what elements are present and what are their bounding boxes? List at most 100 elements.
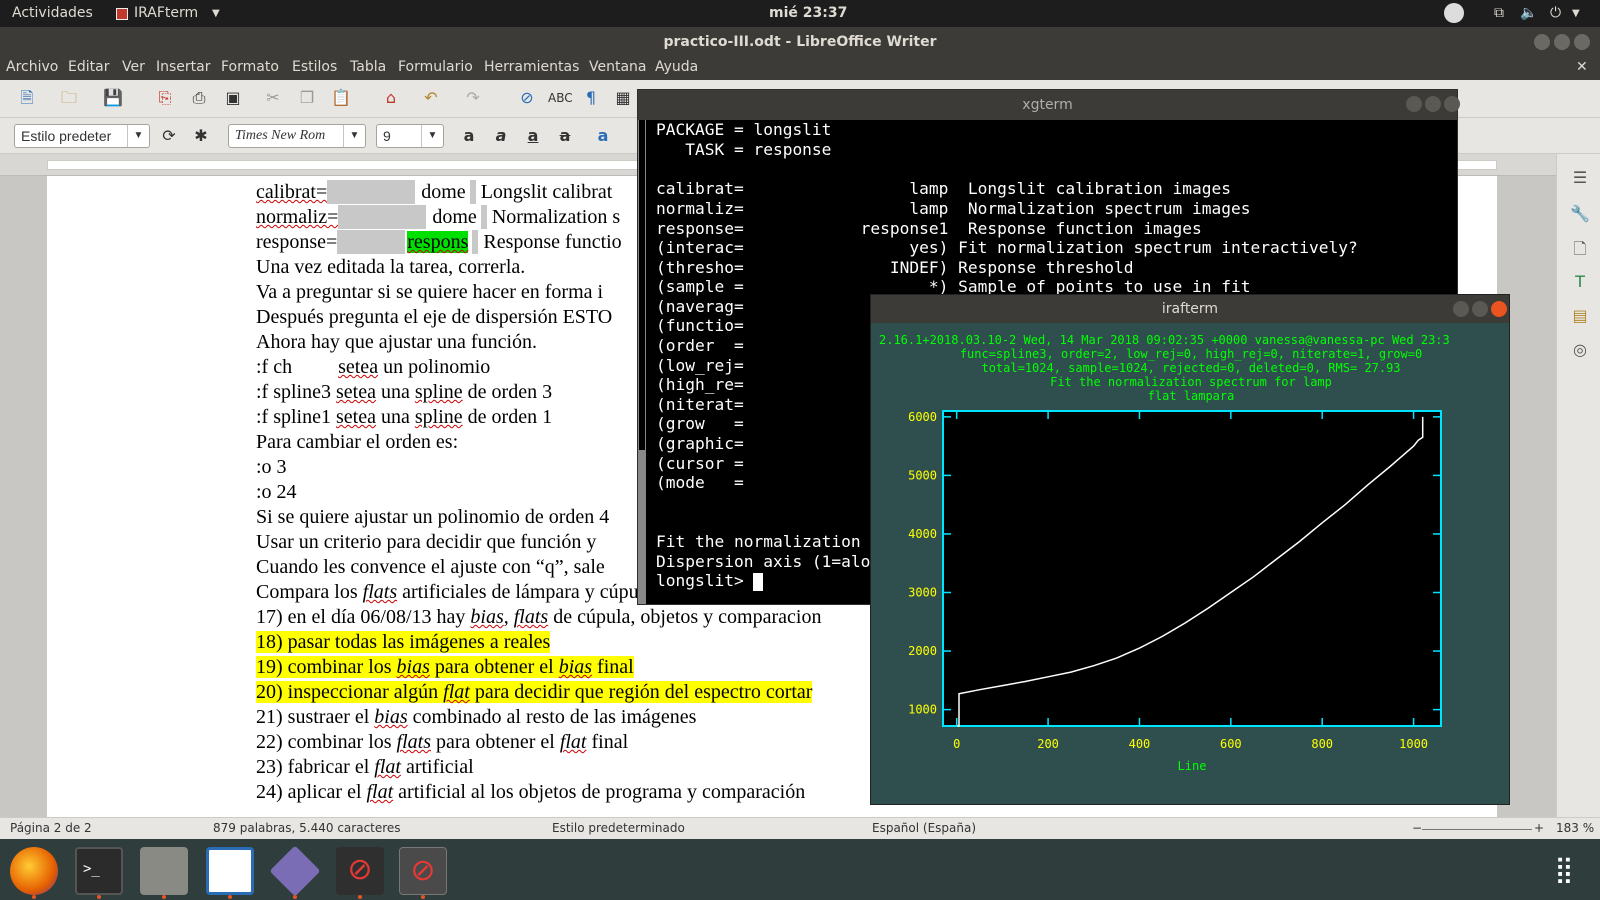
menu-formato[interactable]: Formato <box>221 59 279 75</box>
writer-title-bar: practico-III.odt - LibreOffice Writer <box>0 27 1600 57</box>
undo-icon[interactable]: ↶ <box>420 87 442 109</box>
terminal-prompt[interactable]: longslit> <box>656 571 764 591</box>
new-document-icon[interactable]: 🗎 <box>16 87 38 109</box>
underline-icon[interactable]: a <box>522 125 544 147</box>
irafterm-window[interactable]: 0 200 400 600 800 1000 1000 2000 3000 4000 5000 600… <box>870 294 1510 805</box>
activities-button[interactable]: Actividades <box>12 5 93 21</box>
x-tick-label: 400 <box>1129 737 1151 751</box>
find-replace-icon[interactable]: ⊘ <box>516 87 538 109</box>
scrollbar[interactable] <box>638 120 646 604</box>
bold-icon[interactable]: a <box>458 125 480 147</box>
spellcheck-icon[interactable]: ABC <box>548 87 573 109</box>
paragraph-style-combo[interactable]: Estilo predeter ▼ <box>14 124 150 148</box>
clone-formatting-icon[interactable]: ⌂ <box>380 87 402 109</box>
cut-icon[interactable]: ✂ <box>262 87 284 109</box>
styles-icon[interactable]: T <box>1569 272 1591 294</box>
prohibited-icon[interactable]: ⊘ <box>336 847 384 895</box>
zoom-level[interactable]: 183 % <box>1556 821 1594 835</box>
page-icon[interactable]: 🗋 <box>1569 238 1591 260</box>
power-icon[interactable]: ⏻ <box>1550 5 1561 21</box>
chevron-down-icon[interactable]: ▼ <box>343 125 365 147</box>
font-name-combo[interactable]: Times New Rom ▼ <box>228 124 366 148</box>
zoom-in-icon[interactable]: + <box>1534 821 1544 835</box>
strikethrough-icon[interactable]: a <box>554 125 576 147</box>
chevron-down-icon[interactable]: ▼ <box>212 8 220 19</box>
network-icon[interactable]: ⧉ <box>1494 5 1504 21</box>
insert-table-icon[interactable]: ▦ <box>612 87 634 109</box>
print-icon[interactable]: ⎙ <box>188 87 210 109</box>
prohibited-icon[interactable]: ⊘ <box>399 847 447 895</box>
terminal-line: (high_re= <box>656 375 744 394</box>
open-folder-icon[interactable]: 🗀 <box>58 87 80 109</box>
formatting-marks-icon[interactable]: ¶ <box>580 87 602 109</box>
italic-icon[interactable]: a <box>490 125 512 147</box>
close-button[interactable] <box>1491 301 1507 317</box>
menu-ayuda[interactable]: Ayuda <box>655 59 698 75</box>
print-preview-icon[interactable]: ▣ <box>222 87 244 109</box>
maximize-button[interactable] <box>1425 96 1441 112</box>
save-icon[interactable]: 💾 <box>102 87 124 109</box>
xgterm-title-bar[interactable]: xgterm <box>638 90 1460 120</box>
y-tick-label: 5000 <box>908 468 937 482</box>
terminal-line: (order = <box>656 336 744 355</box>
doc-line: :o 3 <box>256 456 287 478</box>
word-count[interactable]: 879 palabras, 5.440 caracteres <box>213 821 401 835</box>
font-size-combo[interactable]: 9 ▼ <box>376 124 444 148</box>
menu-archivo[interactable]: Archivo <box>6 59 58 75</box>
menu-estilos[interactable]: Estilos <box>292 59 337 75</box>
export-pdf-icon[interactable]: ⎘ <box>154 87 176 109</box>
page-count[interactable]: Página 2 de 2 <box>10 821 92 835</box>
app-menu[interactable]: IRAFterm <box>134 5 198 21</box>
minimize-button[interactable] <box>1534 34 1550 50</box>
plot-frame <box>942 410 1442 727</box>
irafterm-title-bar[interactable]: irafterm <box>871 295 1509 323</box>
show-apps-icon[interactable]: ⣿ <box>1540 847 1588 895</box>
zoom-slider[interactable] <box>1422 829 1532 830</box>
copy-icon[interactable]: ❐ <box>296 87 318 109</box>
minimize-button[interactable] <box>1406 96 1422 112</box>
app-icon[interactable] <box>269 845 321 897</box>
writer-icon[interactable] <box>206 847 254 895</box>
maximize-button[interactable] <box>1554 34 1570 50</box>
clock[interactable]: mié 23:37 <box>769 5 847 21</box>
zoom-out-icon[interactable]: − <box>1412 821 1422 835</box>
language[interactable]: Español (España) <box>872 821 976 835</box>
close-document-icon[interactable]: ✕ <box>1576 59 1588 75</box>
menu-herramientas[interactable]: Herramientas <box>484 59 579 75</box>
terminal-line: (mode = <box>656 473 744 492</box>
update-style-icon[interactable]: ⟳ <box>158 125 180 147</box>
menu-formulario[interactable]: Formulario <box>398 59 473 75</box>
close-button[interactable] <box>1444 96 1460 112</box>
sidebar-menu-icon[interactable]: ☰ <box>1569 168 1591 190</box>
menu-insertar[interactable]: Insertar <box>156 59 211 75</box>
page-style[interactable]: Estilo predeterminado <box>552 821 685 835</box>
volume-icon[interactable]: 🔈 <box>1520 5 1537 21</box>
properties-icon[interactable]: 🔧 <box>1569 204 1591 226</box>
firefox-icon[interactable] <box>10 847 58 895</box>
doc-line: Para cambiar el orden es: <box>256 431 459 453</box>
navigator-icon[interactable]: ◎ <box>1569 340 1591 362</box>
doc-line: 19) combinar los bias para obtener el bi… <box>256 656 634 678</box>
doc-line: :f spline1 setea una spline de orden 1 <box>256 406 553 428</box>
paste-icon[interactable]: 📋 <box>330 87 352 109</box>
maximize-button[interactable] <box>1472 301 1488 317</box>
superscript-icon[interactable]: a <box>592 125 614 147</box>
update-icon[interactable] <box>1444 3 1464 23</box>
menu-tabla[interactable]: Tabla <box>350 59 386 75</box>
terminal-line: normaliz= lamp Normalization spectrum im… <box>656 199 1251 218</box>
terminal-icon[interactable]: >_ <box>75 847 123 895</box>
menu-editar[interactable]: Editar <box>68 59 109 75</box>
new-style-icon[interactable]: ✱ <box>190 125 212 147</box>
minimize-button[interactable] <box>1453 301 1469 317</box>
close-button[interactable] <box>1574 34 1590 50</box>
chevron-down-icon[interactable]: ▼ <box>421 125 443 147</box>
x-tick-label: 200 <box>1037 737 1059 751</box>
chevron-down-icon[interactable]: ▼ <box>127 125 149 147</box>
redo-icon[interactable]: ↷ <box>462 87 484 109</box>
chevron-down-icon[interactable]: ▼ <box>1572 8 1580 19</box>
menu-ver[interactable]: Ver <box>122 59 145 75</box>
terminal-line: (naverag= <box>656 297 744 316</box>
menu-ventana[interactable]: Ventana <box>589 59 647 75</box>
files-icon[interactable] <box>140 847 188 895</box>
gallery-icon[interactable]: ▤ <box>1569 306 1591 328</box>
